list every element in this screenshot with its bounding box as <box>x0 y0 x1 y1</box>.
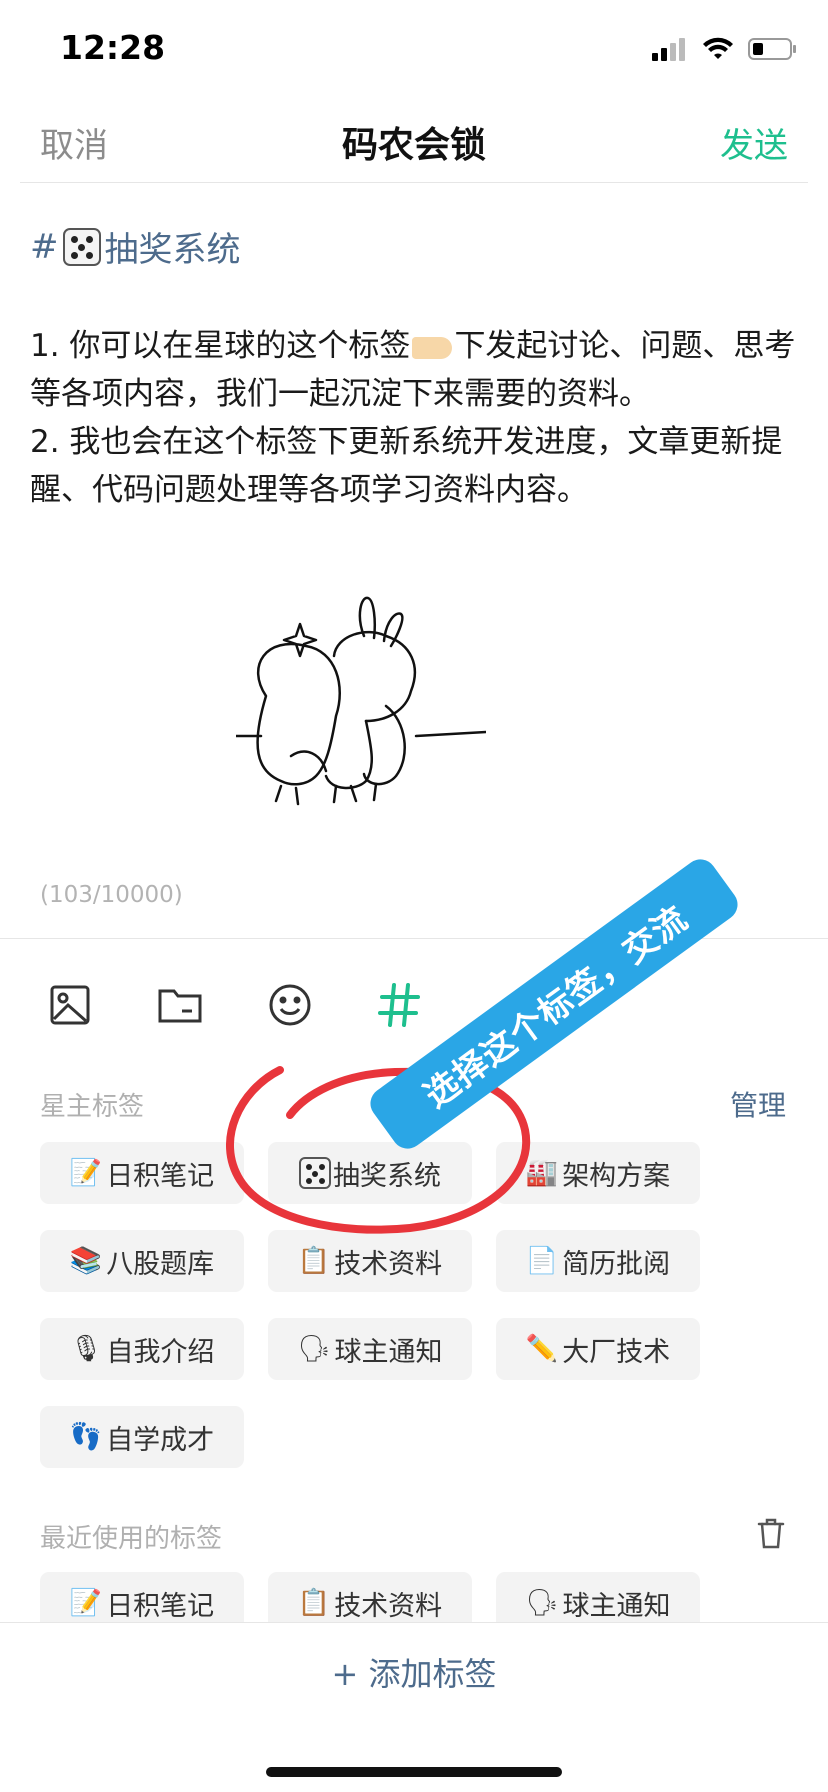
tag-label: 架构方案 <box>562 1160 671 1192</box>
hashtag-icon[interactable] <box>372 977 428 1033</box>
tag-chip[interactable]: 🏭 架构方案 <box>496 1142 700 1204</box>
tag-chip[interactable]: 📋 技术资料 <box>268 1230 472 1292</box>
status-bar: 12:28 <box>0 0 828 96</box>
tag-chip-selected[interactable]: 抽奖系统 <box>268 1142 472 1204</box>
tag-label: 日积笔记 <box>106 1160 215 1192</box>
books-icon: 📚 <box>69 1246 103 1276</box>
tag-label: 抽奖系统 <box>333 1160 441 1192</box>
footprints-icon: 👣 <box>69 1422 103 1452</box>
memo-icon: 📝 <box>69 1588 103 1618</box>
send-button[interactable]: 发送 <box>720 118 788 167</box>
manage-button[interactable]: 管理 <box>730 1084 786 1124</box>
bunny-sticker-image <box>236 596 486 806</box>
tag-chip[interactable]: 📄 简历批阅 <box>496 1230 700 1292</box>
tag-chip[interactable]: 📝 日积笔记 <box>40 1142 244 1204</box>
tag-label: 球主通知 <box>562 1590 671 1622</box>
tag-chip[interactable]: 📚 八股题库 <box>40 1230 244 1292</box>
tag-label: 日积笔记 <box>106 1590 215 1622</box>
home-indicator <box>266 1767 562 1777</box>
clipboard-icon: 📋 <box>297 1588 331 1618</box>
tag-label: 技术资料 <box>334 1248 443 1280</box>
recent-tags-title: 最近使用的标签 <box>40 1524 223 1554</box>
tag-label: 自学成才 <box>106 1424 215 1456</box>
body-line2: 2. 我也会在这个标签下更新系统开发进度，文章更新提醒、代码问题处理等各项学习资… <box>30 424 783 508</box>
speaking-head-icon: 🗣 <box>525 1588 559 1618</box>
char-count: (103/10000) <box>40 882 183 908</box>
nav-bar: 取消 码农会锁 发送 <box>0 96 828 184</box>
post-body[interactable]: 1. 你可以在星球的这个标签 下发起讨论、问题、思考等各项内容，我们一起沉淀下来需… <box>30 322 800 514</box>
hashtag-name: 抽奖系统 <box>104 230 241 270</box>
document-icon: 📄 <box>525 1246 559 1276</box>
label-tag-icon <box>412 336 453 359</box>
status-time: 12:28 <box>60 28 166 67</box>
body-line1-start: 1. 你可以在星球的这个标签 <box>30 328 411 364</box>
image-icon[interactable] <box>42 977 98 1033</box>
tag-label: 大厂技术 <box>562 1336 671 1368</box>
tag-label: 八股题库 <box>106 1248 215 1280</box>
tag-label: 技术资料 <box>334 1590 443 1622</box>
add-tag-button[interactable]: + 添加标签 <box>0 1649 828 1695</box>
microphone-icon: 🎙 <box>69 1334 103 1364</box>
page-title: 码农会锁 <box>341 125 486 166</box>
tag-label: 简历批阅 <box>562 1248 671 1280</box>
tag-label: 自我介绍 <box>106 1336 215 1368</box>
hashtag-prefix: # <box>30 226 59 267</box>
clipboard-icon: 📋 <box>297 1246 331 1276</box>
dice-icon <box>299 1157 331 1189</box>
wifi-icon <box>703 37 733 59</box>
speaking-head-icon: 🗣 <box>297 1334 331 1364</box>
owner-tags-title: 星主标签 <box>40 1092 145 1122</box>
trash-icon[interactable] <box>756 1516 786 1550</box>
status-icons <box>652 34 798 64</box>
tag-chip[interactable]: 🗣 球主通知 <box>268 1318 472 1380</box>
folder-icon[interactable] <box>152 977 208 1033</box>
divider <box>20 182 808 183</box>
dice-icon <box>62 227 101 266</box>
pencil-icon: ✏️ <box>525 1334 559 1364</box>
tag-chip[interactable]: ✏️ 大厂技术 <box>496 1318 700 1380</box>
composer-toolbar <box>0 965 828 1045</box>
tag-chip[interactable]: 🎙 自我介绍 <box>40 1318 244 1380</box>
battery-icon <box>748 38 796 60</box>
divider <box>0 938 828 939</box>
post-hashtag[interactable]: # 抽奖系统 <box>30 222 241 271</box>
tag-chip[interactable]: 👣 自学成才 <box>40 1406 244 1468</box>
add-tag-label: 添加标签 <box>368 1655 497 1693</box>
signal-icon <box>652 38 685 61</box>
cancel-button[interactable]: 取消 <box>40 118 108 167</box>
tag-label: 球主通知 <box>334 1336 443 1368</box>
memo-icon: 📝 <box>69 1158 103 1188</box>
factory-icon: 🏭 <box>525 1158 559 1188</box>
emoji-icon[interactable] <box>262 977 318 1033</box>
bottom-bar: + 添加标签 <box>0 1622 828 1792</box>
plus-icon: + <box>331 1655 359 1693</box>
